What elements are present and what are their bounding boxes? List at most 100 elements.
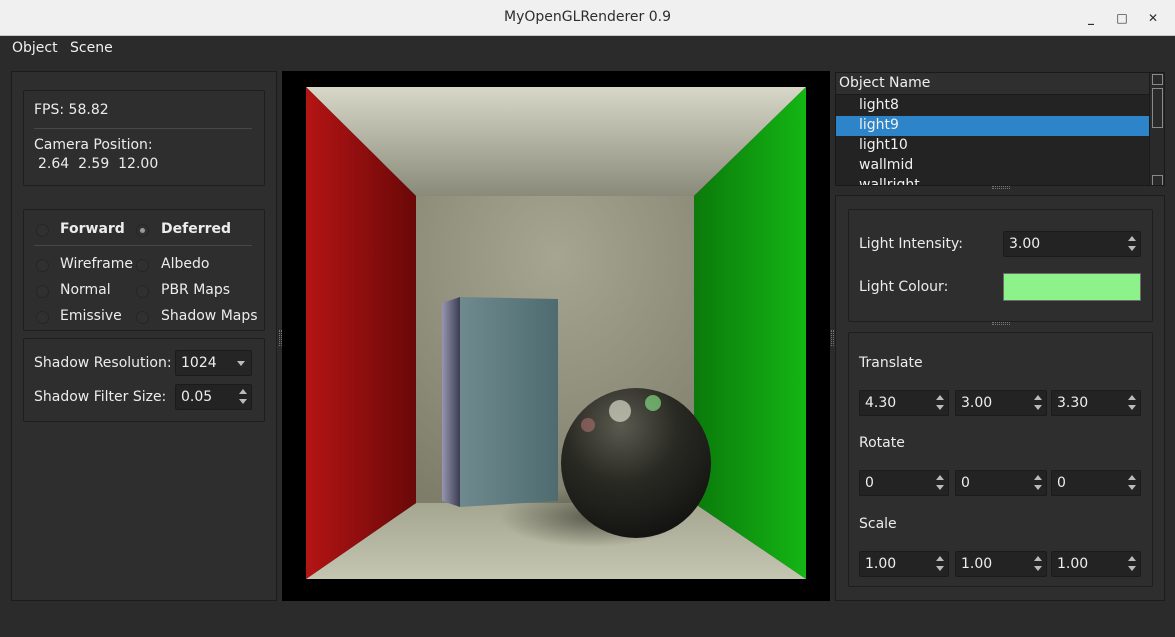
close-button[interactable]: ✕ <box>1143 8 1163 28</box>
menu-bar: Object Scene <box>0 36 1175 62</box>
translate-y-value: 3.00 <box>961 395 993 411</box>
spin-down-icon[interactable] <box>238 397 248 408</box>
object-list-scrollbar[interactable] <box>1149 73 1164 185</box>
render-mode-group: Forward Deferred Wireframe Albedo Normal… <box>23 209 265 331</box>
light-properties-group: Light Intensity: 3.00 Light Colour: <box>848 209 1153 322</box>
list-item[interactable]: light10 <box>836 136 1150 156</box>
spin-down-icon[interactable] <box>1127 403 1137 414</box>
left-panel: FPS: 58.82 Camera Position: 2.64 2.59 12… <box>11 71 277 601</box>
forward-radio-label[interactable]: Forward <box>60 221 125 237</box>
radio-icon[interactable] <box>36 259 49 272</box>
spin-up-icon[interactable] <box>1033 392 1043 403</box>
spin-up-icon[interactable] <box>935 553 945 564</box>
spin-up-icon[interactable] <box>935 392 945 403</box>
scale-y-value: 1.00 <box>961 556 993 572</box>
emissive-radio-label[interactable]: Emissive <box>60 308 122 324</box>
render-mode-divider <box>34 245 252 246</box>
translate-z-spinbox[interactable]: 3.30 <box>1051 390 1141 416</box>
list-item[interactable]: light8 <box>836 96 1150 116</box>
albedo-radio-label[interactable]: Albedo <box>161 256 209 272</box>
light-intensity-spinbox[interactable]: 3.00 <box>1003 231 1141 257</box>
object-list-header[interactable]: Object Name <box>836 73 1150 95</box>
deferred-radio-label[interactable]: Deferred <box>161 221 231 237</box>
scrollbar-thumb[interactable] <box>1152 88 1163 128</box>
list-item[interactable]: wallmid <box>836 156 1150 176</box>
radio-icon[interactable] <box>136 259 149 272</box>
rotate-y-spinbox[interactable]: 0 <box>955 470 1047 496</box>
spin-up-icon[interactable] <box>1127 392 1137 403</box>
rotate-x-spinbox[interactable]: 0 <box>859 470 949 496</box>
rotate-label: Rotate <box>859 435 905 451</box>
shadow-resolution-dropdown[interactable]: 1024 <box>175 350 252 376</box>
object-name: light8 <box>859 97 899 113</box>
sphere-highlight <box>609 400 631 422</box>
rotate-y-value: 0 <box>961 475 970 491</box>
spin-up-icon[interactable] <box>1127 233 1137 244</box>
scale-x-spinbox[interactable]: 1.00 <box>859 551 949 577</box>
radio-icon[interactable] <box>36 285 49 298</box>
list-item-selected[interactable]: light9 <box>836 116 1150 136</box>
spin-down-icon[interactable] <box>1127 244 1137 255</box>
spin-down-icon[interactable] <box>935 483 945 494</box>
translate-x-value: 4.30 <box>865 395 897 411</box>
spin-down-icon[interactable] <box>1033 564 1043 575</box>
tall-box-side <box>442 297 460 507</box>
spin-down-icon[interactable] <box>1127 483 1137 494</box>
light-colour-label: Light Colour: <box>859 279 949 295</box>
object-name: wallmid <box>859 157 914 173</box>
rotate-z-value: 0 <box>1057 475 1066 491</box>
spin-up-icon[interactable] <box>238 386 248 397</box>
radio-icon[interactable] <box>36 224 49 237</box>
spin-down-icon[interactable] <box>935 564 945 575</box>
spin-down-icon[interactable] <box>1033 403 1043 414</box>
spin-up-icon[interactable] <box>935 472 945 483</box>
scale-z-value: 1.00 <box>1057 556 1089 572</box>
camera-position-label: Camera Position: <box>34 137 153 153</box>
render-viewport[interactable] <box>282 71 830 601</box>
object-name: light10 <box>859 137 908 153</box>
shadow-maps-radio-label[interactable]: Shadow Maps <box>161 308 258 324</box>
radio-icon[interactable] <box>136 224 149 237</box>
camera-position-values: 2.64 2.59 12.00 <box>38 156 159 172</box>
stats-divider <box>34 128 252 129</box>
translate-label: Translate <box>859 355 923 371</box>
translate-x-spinbox[interactable]: 4.30 <box>859 390 949 416</box>
shadow-filter-size-spinbox[interactable]: 0.05 <box>175 384 252 410</box>
scroll-up-icon[interactable] <box>1152 74 1163 85</box>
spin-down-icon[interactable] <box>935 403 945 414</box>
radio-icon[interactable] <box>136 311 149 324</box>
sphere <box>561 388 711 538</box>
radio-icon[interactable] <box>136 285 149 298</box>
minimize-button[interactable]: _ <box>1081 8 1101 28</box>
scale-z-spinbox[interactable]: 1.00 <box>1051 551 1141 577</box>
spin-up-icon[interactable] <box>1033 472 1043 483</box>
light-colour-button[interactable] <box>1003 273 1141 301</box>
splitter-handle-icon[interactable] <box>831 330 834 346</box>
list-item[interactable]: wallright <box>836 176 1150 185</box>
spin-down-icon[interactable] <box>1033 483 1043 494</box>
object-list[interactable]: Object Name light8 light9 light10 wallmi… <box>835 72 1165 186</box>
spin-up-icon[interactable] <box>1127 553 1137 564</box>
scroll-down-icon[interactable] <box>1152 175 1163 185</box>
shadow-filter-size-value: 0.05 <box>181 389 213 405</box>
splitter-handle-icon[interactable] <box>992 322 1010 325</box>
translate-z-value: 3.30 <box>1057 395 1089 411</box>
pbr-maps-radio-label[interactable]: PBR Maps <box>161 282 230 298</box>
spin-up-icon[interactable] <box>1127 472 1137 483</box>
maximize-button[interactable]: □ <box>1112 8 1132 28</box>
dropdown-arrow-icon <box>237 361 245 366</box>
light-intensity-value: 3.00 <box>1009 236 1041 252</box>
menu-object[interactable]: Object <box>12 40 58 56</box>
normal-radio-label[interactable]: Normal <box>60 282 111 298</box>
spin-up-icon[interactable] <box>1033 553 1043 564</box>
rotate-z-spinbox[interactable]: 0 <box>1051 470 1141 496</box>
splitter-handle-icon[interactable] <box>992 186 1010 189</box>
spin-down-icon[interactable] <box>1127 564 1137 575</box>
radio-icon[interactable] <box>36 311 49 324</box>
stats-group: FPS: 58.82 Camera Position: 2.64 2.59 12… <box>23 90 265 186</box>
menu-scene[interactable]: Scene <box>70 40 113 56</box>
shadow-settings-group: Shadow Resolution: 1024 Shadow Filter Si… <box>23 338 265 422</box>
translate-y-spinbox[interactable]: 3.00 <box>955 390 1047 416</box>
scale-y-spinbox[interactable]: 1.00 <box>955 551 1047 577</box>
wireframe-radio-label[interactable]: Wireframe <box>60 256 133 272</box>
